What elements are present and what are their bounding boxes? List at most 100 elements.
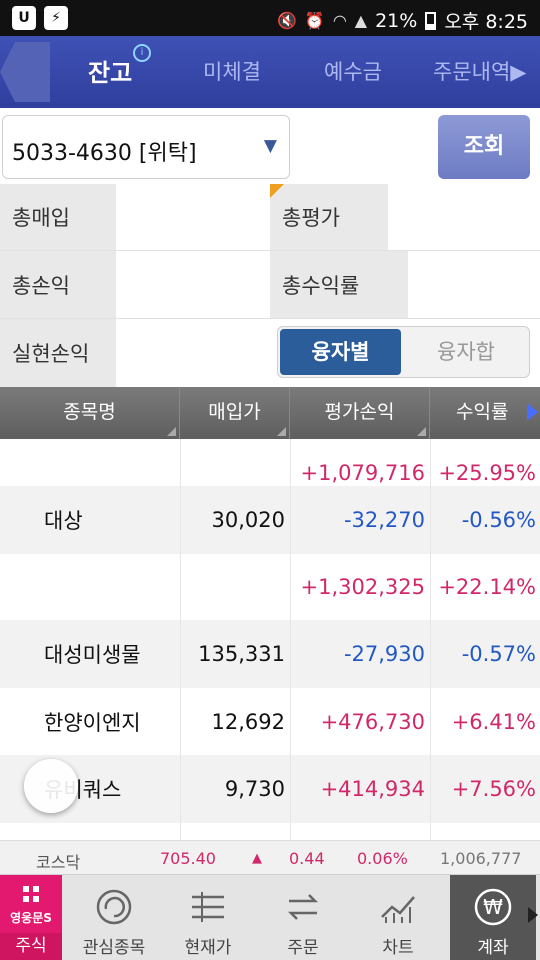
header-label: 종목명 — [63, 401, 116, 423]
column-divider — [430, 439, 431, 840]
eval-pnl: -32,270 — [343, 507, 425, 532]
eval-pnl: -27,930 — [343, 641, 425, 666]
nav-label: 주문 — [287, 938, 319, 958]
grid-icon — [23, 886, 39, 902]
refresh-circle-icon — [96, 889, 132, 925]
svg-text:₩: ₩ — [483, 895, 503, 919]
tab-bar: 잔고 i 미체결 예수금 주문내역▶ — [0, 36, 540, 108]
price-list-icon — [192, 892, 224, 922]
table-row[interactable] — [0, 823, 540, 840]
holdings-table-header: 종목명 매입가 평가손익 수익률 — [0, 387, 540, 439]
table-row[interactable]: 유비쿼스 9,730 +414,934 +7.56% — [0, 755, 540, 823]
balance-summary: 총매입 총평가 총손익 총수익률 실현손익 융자별 융자합 — [0, 184, 540, 387]
battery-icon — [425, 11, 437, 30]
divider — [0, 250, 540, 251]
index-ticker[interactable]: 코스닥 705.40 ▲ 0.44 0.06% 1,006,777 — [0, 840, 540, 874]
chevron-down-icon: ▼ — [263, 136, 277, 156]
total-eval-label: 총평가 — [270, 184, 388, 250]
stock-name: 대상 — [44, 508, 83, 533]
battery-percent: 21% — [375, 9, 418, 32]
tab-unfilled[interactable]: 미체결 — [203, 56, 261, 86]
table-row[interactable]: +1,302,325 +22.14% — [0, 553, 540, 621]
bottom-nav: 영웅문S 주식 관심종목 현재가 주문 차트 ₩ 계좌 — [0, 874, 540, 960]
signal-icon: ▲ — [354, 11, 368, 30]
return-rate: -0.57% — [461, 641, 536, 666]
loan-toggle: 융자별 융자합 — [277, 326, 530, 378]
nav-order[interactable]: 주문 — [263, 875, 343, 960]
sort-corner-icon — [417, 427, 426, 436]
tab-balance[interactable]: 잔고 — [88, 53, 132, 88]
divider — [0, 318, 540, 319]
u-icon: U — [12, 6, 36, 30]
header-label: 매입가 — [208, 401, 261, 423]
eval-pnl: +414,934 — [320, 776, 425, 801]
buy-price: 12,692 — [211, 709, 285, 734]
nav-account[interactable]: ₩ 계좌 — [450, 875, 536, 960]
corner-marker — [270, 184, 284, 198]
return-rate: +22.14% — [438, 574, 536, 599]
column-divider — [180, 439, 181, 840]
notification-icon: ⚡ — [44, 6, 68, 30]
stock-name — [0, 553, 180, 621]
nav-label: 관심종목 — [82, 938, 146, 958]
nav-label: 계좌 — [477, 938, 509, 958]
more-arrow-icon[interactable] — [528, 907, 538, 923]
clock: 오후 8:25 — [444, 11, 528, 33]
status-bar: U ⚡ 🔇 ⏰ ◠ ▲ 21% 오후 8:25 — [0, 0, 540, 36]
status-left-icons: U ⚡ — [12, 6, 68, 30]
total-eval-value — [388, 184, 540, 250]
wifi-icon: ◠ — [332, 11, 347, 30]
total-pnl-label: 총손익 — [0, 251, 116, 318]
column-divider — [290, 439, 291, 840]
return-rate: +7.56% — [451, 776, 536, 801]
tab-deposit[interactable]: 예수금 — [324, 56, 382, 86]
table-row[interactable]: 대성미생물 135,331 -27,930 -0.57% — [0, 620, 540, 688]
nav-stocks[interactable]: 영웅문S 주식 — [0, 875, 62, 960]
chart-icon — [381, 896, 415, 923]
loan-sum-button[interactable]: 융자합 — [403, 327, 529, 377]
table-row[interactable]: 대상 30,020 -32,270 -0.56% — [0, 486, 540, 554]
nav-current-price[interactable]: 현재가 — [168, 875, 248, 960]
back-button[interactable] — [0, 42, 50, 102]
account-number: 5033-4630 [위탁] — [12, 141, 197, 166]
index-name: 코스닥 — [36, 853, 81, 872]
index-percent: 0.06% — [357, 849, 408, 868]
mute-icon: 🔇 — [276, 11, 297, 30]
table-row[interactable]: 한양이엔지 12,692 +476,730 +6.41% — [0, 688, 540, 756]
account-row: 5033-4630 [위탁] ▼ 조회 — [0, 108, 540, 184]
status-right: 🔇 ⏰ ◠ ▲ 21% 오후 8:25 — [277, 7, 528, 34]
scroll-right-arrow-icon[interactable] — [527, 403, 538, 421]
header-label: 수익률 — [456, 401, 509, 423]
account-select[interactable]: 5033-4630 [위탁] ▼ — [2, 115, 290, 179]
index-value: 705.40 — [160, 849, 216, 868]
query-button[interactable]: 조회 — [438, 115, 530, 179]
floating-menu-button[interactable] — [24, 759, 78, 813]
header-buy-price[interactable]: 매입가 — [180, 387, 290, 439]
index-volume: 1,006,777 — [440, 849, 522, 868]
return-rate: -0.56% — [461, 507, 536, 532]
alarm-icon: ⏰ — [304, 11, 325, 30]
sort-corner-icon — [277, 427, 286, 436]
exchange-icon — [287, 894, 319, 920]
nav-chart[interactable]: 차트 — [358, 875, 438, 960]
total-buy-label: 총매입 — [0, 184, 116, 250]
header-return-rate[interactable]: 수익률 — [430, 387, 540, 439]
total-pnl-value — [126, 261, 264, 306]
header-eval-pnl[interactable]: 평가손익 — [290, 387, 430, 439]
stock-name: 한양이엔지 — [44, 710, 141, 735]
eval-pnl: +1,302,325 — [300, 574, 425, 599]
nav-watchlist[interactable]: 관심종목 — [74, 875, 154, 960]
tab-order-history[interactable]: 주문내역▶ — [433, 56, 526, 86]
index-change: 0.44 — [289, 849, 325, 868]
buy-price: 9,730 — [224, 776, 285, 801]
total-return-value — [410, 259, 540, 309]
loan-by-item-button[interactable]: 융자별 — [280, 329, 401, 375]
buy-price: 30,020 — [211, 507, 285, 532]
nav-label: 차트 — [382, 938, 414, 958]
buy-price: 135,331 — [198, 641, 285, 666]
stock-name: 대성미생물 — [44, 642, 141, 667]
total-buy-value — [116, 184, 268, 250]
holdings-table[interactable]: +1,079,716 +25.95% 대상 30,020 -32,270 -0.… — [0, 439, 540, 840]
buy-price — [180, 553, 290, 621]
header-stock-name[interactable]: 종목명 — [0, 387, 180, 439]
